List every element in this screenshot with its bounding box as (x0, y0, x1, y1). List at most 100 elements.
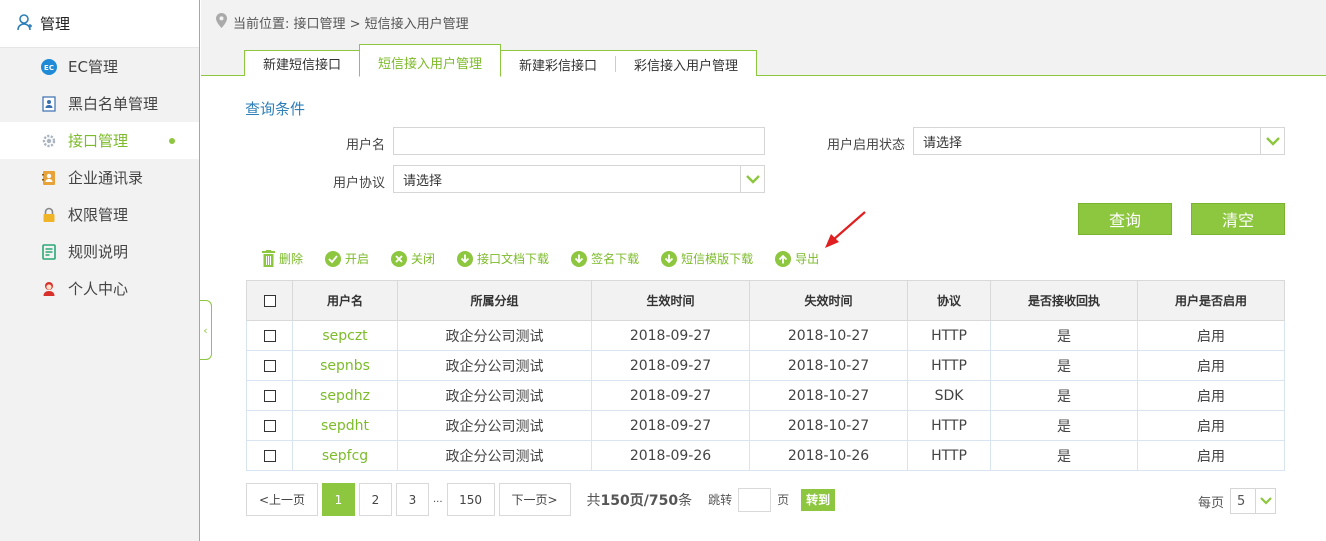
prev-page-button[interactable]: <上一页 (246, 483, 318, 516)
column-header: 用户名 (292, 280, 398, 321)
enabled-cell: 启用 (1137, 380, 1285, 411)
receipt-cell: 是 (990, 380, 1138, 411)
search-button[interactable]: 查询 (1078, 203, 1172, 235)
document-icon (40, 243, 57, 260)
end-time-cell: 2018-10-27 (749, 380, 908, 411)
username-link[interactable]: sepnbs (292, 350, 398, 381)
status-select[interactable]: 请选择 (913, 127, 1285, 155)
protocol-select[interactable]: 请选择 (393, 165, 765, 193)
select-all-cell (246, 280, 293, 321)
last-page-button[interactable]: 150 (446, 483, 495, 516)
status-select-value: 请选择 (923, 135, 963, 151)
row-checkbox[interactable] (263, 359, 276, 372)
tab-new-sms-interface[interactable]: 新建短信接口 (244, 50, 361, 76)
start-time-cell: 2018-09-27 (591, 410, 750, 441)
enabled-cell: 启用 (1137, 440, 1285, 471)
sign-download-button[interactable]: 签名下载 (571, 250, 639, 267)
sidebar-item-profile[interactable]: 个人中心 (0, 270, 199, 307)
protocol-select-value: 请选择 (403, 173, 443, 189)
start-time-cell: 2018-09-27 (591, 350, 750, 381)
breadcrumb-bar: 当前位置: 接口管理 > 短信接入用户管理 新建短信接口 短信接入用户管理 新建… (201, 0, 1326, 77)
tab-new-mms-interface[interactable]: 新建彩信接口 (501, 51, 616, 77)
receipt-cell: 是 (990, 320, 1138, 351)
query-section-title: 查询条件 (245, 100, 306, 118)
page-3-button[interactable]: 3 (396, 483, 429, 516)
chevron-down-icon (1255, 489, 1275, 513)
close-button[interactable]: 关闭 (391, 250, 435, 267)
template-download-button[interactable]: 短信模版下载 (661, 250, 753, 267)
start-time-cell: 2018-09-26 (591, 440, 750, 471)
page-1-button[interactable]: 1 (322, 483, 355, 516)
gear-icon (40, 132, 57, 149)
row-select-cell (246, 350, 293, 381)
start-time-cell: 2018-09-27 (591, 380, 750, 411)
per-page-label: 每页 (1198, 495, 1225, 511)
row-select-cell (246, 380, 293, 411)
download-icon (661, 250, 678, 267)
sidebar-header-label: 管理 (40, 15, 71, 33)
select-all-checkbox[interactable] (263, 295, 276, 307)
receipt-cell: 是 (990, 440, 1138, 471)
username-link[interactable]: sepdht (292, 410, 398, 441)
enable-button[interactable]: 开启 (325, 250, 369, 267)
annotation-arrow (825, 211, 866, 248)
page-2-button[interactable]: 2 (359, 483, 392, 516)
pagination: <上一页 1 2 3 ... 150 下一页> 共150页/750条 跳转 页 … (246, 483, 836, 516)
breadcrumb: 当前位置: 接口管理 > 短信接入用户管理 (216, 13, 469, 32)
column-header: 协议 (907, 280, 991, 321)
row-checkbox[interactable] (263, 329, 276, 342)
row-select-cell (246, 440, 293, 471)
export-button[interactable]: 导出 (775, 250, 819, 267)
tab-sms-user-manage[interactable]: 短信接入用户管理 (359, 44, 502, 77)
main-content: 当前位置: 接口管理 > 短信接入用户管理 新建短信接口 短信接入用户管理 新建… (201, 0, 1326, 541)
username-link[interactable]: sepdhz (292, 380, 398, 411)
username-input[interactable] (393, 127, 765, 155)
sidebar-item-rules[interactable]: 规则说明 (0, 233, 199, 270)
next-page-button[interactable]: 下一页> (498, 483, 571, 516)
enabled-cell: 启用 (1137, 350, 1285, 381)
template-download-label: 短信模版下载 (681, 252, 754, 266)
chevron-down-icon (740, 166, 764, 192)
sidebar-item-contacts[interactable]: 企业通讯录 (0, 159, 199, 196)
jump-page-input[interactable] (738, 487, 772, 512)
sidebar-item-label: 权限管理 (68, 206, 129, 224)
per-page-select[interactable]: 5 (1230, 488, 1277, 514)
table-row: sepczt 政企分公司测试 2018-09-27 2018-10-27 HTT… (246, 320, 1285, 351)
sidebar-header[interactable]: 管理 (0, 0, 199, 48)
go-button[interactable]: 转到 (801, 488, 836, 511)
group-cell: 政企分公司测试 (397, 350, 592, 381)
sidebar-item-blacklist[interactable]: 黑白名单管理 (0, 85, 199, 122)
sidebar-item-interface[interactable]: 接口管理 (0, 122, 199, 159)
export-label: 导出 (795, 252, 820, 266)
row-checkbox[interactable] (263, 389, 276, 402)
enabled-cell: 启用 (1137, 410, 1285, 441)
username-link[interactable]: sepfcg (292, 440, 398, 471)
trash-icon (262, 250, 275, 267)
svg-text:EC: EC (44, 64, 54, 72)
address-book-icon (40, 169, 57, 186)
delete-button[interactable]: 删除 (262, 250, 303, 267)
column-header: 所属分组 (397, 280, 592, 321)
start-time-cell: 2018-09-27 (591, 320, 750, 351)
doc-download-button[interactable]: 接口文档下载 (457, 250, 549, 267)
sidebar-item-permissions[interactable]: 权限管理 (0, 196, 199, 233)
check-circle-icon (325, 250, 342, 267)
ec-icon: EC (40, 58, 57, 75)
doc-download-label: 接口文档下载 (477, 252, 550, 266)
sidebar-item-label: 企业通讯录 (68, 169, 144, 187)
table-row: sepdht 政企分公司测试 2018-09-27 2018-10-27 HTT… (246, 410, 1285, 441)
tab-mms-user-manage[interactable]: 彩信接入用户管理 (616, 51, 757, 77)
group-cell: 政企分公司测试 (397, 380, 592, 411)
end-time-cell: 2018-10-27 (749, 350, 908, 381)
row-checkbox[interactable] (263, 419, 276, 432)
username-link[interactable]: sepczt (292, 320, 398, 351)
sidebar-item-ec[interactable]: EC EC管理 (0, 48, 199, 85)
column-header: 失效时间 (749, 280, 908, 321)
breadcrumb-text: 当前位置: 接口管理 > 短信接入用户管理 (233, 17, 469, 32)
row-checkbox[interactable] (263, 449, 276, 462)
sidebar-item-label: 个人中心 (68, 280, 129, 298)
clear-button[interactable]: 清空 (1191, 203, 1285, 235)
per-page-value: 5 (1237, 493, 1246, 509)
delete-label: 删除 (279, 252, 304, 266)
sidebar-item-label: 黑白名单管理 (68, 95, 159, 113)
